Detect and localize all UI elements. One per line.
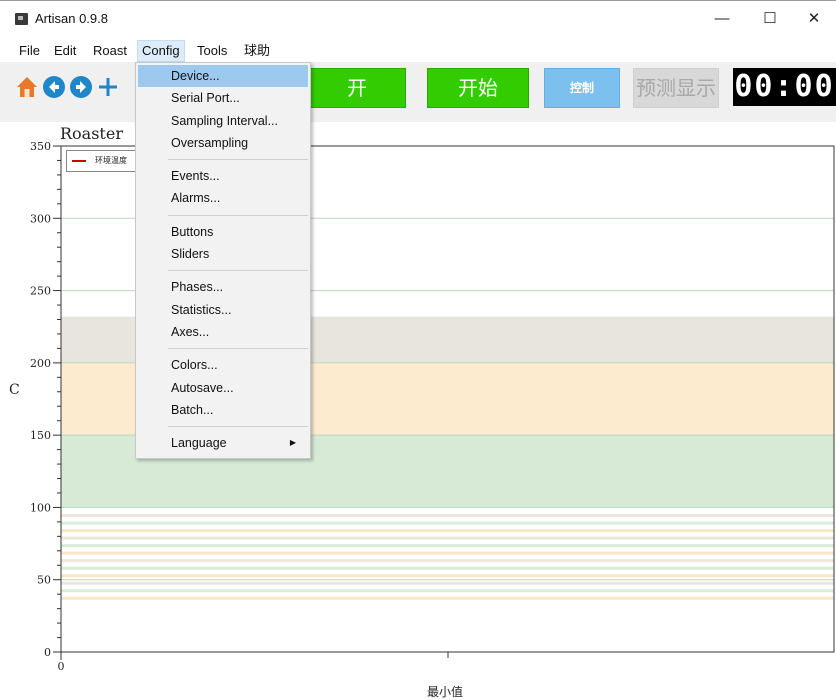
menu-item-batch[interactable]: Batch... bbox=[136, 399, 310, 421]
menu-item-axes[interactable]: Axes... bbox=[136, 321, 310, 343]
y-axis-unit: C bbox=[9, 382, 20, 398]
menu-separator bbox=[168, 270, 308, 272]
background-stripe bbox=[61, 566, 834, 570]
menu-item-label: Buttons bbox=[171, 224, 214, 239]
menu-item-label: Events... bbox=[171, 169, 220, 184]
y-tick-label: 250 bbox=[30, 285, 51, 298]
menu-item-language[interactable]: Language ▶ bbox=[136, 432, 310, 454]
y-tick-label: 100 bbox=[30, 501, 51, 514]
chart-title: Roaster bbox=[60, 124, 123, 143]
menu-item-label: Autosave... bbox=[171, 380, 234, 395]
menu-item-sliders[interactable]: Sliders bbox=[136, 243, 310, 265]
menu-item-sampling-interval[interactable]: Sampling Interval... bbox=[136, 110, 310, 132]
menu-item-label: Device... bbox=[171, 69, 220, 83]
x-tick-label: 0 bbox=[58, 660, 65, 673]
menu-item-label: Colors... bbox=[171, 358, 218, 373]
background-stripe bbox=[61, 529, 834, 533]
menu-item-autosave[interactable]: Autosave... bbox=[136, 377, 310, 399]
x-axis-label: 最小值 bbox=[427, 685, 464, 699]
menu-separator bbox=[168, 159, 308, 161]
menu-item-label: Phases... bbox=[171, 280, 224, 295]
chart-svg: 0 50 100 150 200 250 300 350 0 bbox=[30, 140, 835, 673]
config-dropdown-menu: Device... Serial Port... Sampling Interval… bbox=[135, 62, 311, 460]
background-stripe bbox=[61, 574, 834, 578]
background-stripe bbox=[61, 596, 834, 600]
y-tick-label: 200 bbox=[30, 357, 51, 370]
background-stripe bbox=[61, 536, 834, 540]
menu-item-label: Alarms... bbox=[171, 191, 221, 206]
menu-item-label: Oversampling bbox=[171, 135, 249, 150]
y-tick-label: 150 bbox=[30, 429, 51, 442]
background-stripe bbox=[61, 581, 834, 585]
menu-item-colors[interactable]: Colors... bbox=[136, 354, 310, 376]
menu-item-label: Batch... bbox=[171, 402, 214, 417]
menu-item-label: Sampling Interval... bbox=[171, 113, 278, 128]
menu-item-buttons[interactable]: Buttons bbox=[136, 221, 310, 243]
background-stripe bbox=[61, 544, 834, 548]
menu-item-phases[interactable]: Phases... bbox=[136, 276, 310, 298]
y-tick-label: 350 bbox=[30, 140, 51, 153]
menu-item-alarms[interactable]: Alarms... bbox=[136, 187, 310, 209]
submenu-arrow-icon: ▶ bbox=[289, 438, 296, 448]
menu-item-label: Axes... bbox=[171, 324, 210, 339]
menu-item-statistics[interactable]: Statistics... bbox=[136, 299, 310, 321]
menu-separator bbox=[168, 214, 308, 216]
background-stripe bbox=[61, 589, 834, 593]
menu-item-device[interactable]: Device... bbox=[138, 65, 308, 88]
legend-line-swatch bbox=[72, 160, 86, 162]
legend-label: 环境温度 bbox=[95, 156, 127, 165]
menu-item-label: Language bbox=[171, 436, 227, 451]
menu-item-serial-port[interactable]: Serial Port... bbox=[136, 87, 310, 109]
background-stripe bbox=[61, 514, 834, 518]
menu-item-label: Statistics... bbox=[171, 302, 232, 317]
menu-item-label: Sliders bbox=[171, 247, 210, 262]
y-tick-label: 0 bbox=[44, 646, 51, 659]
menu-item-oversampling[interactable]: Oversampling bbox=[136, 132, 310, 154]
y-tick-label: 50 bbox=[37, 574, 51, 587]
background-stripe bbox=[61, 551, 834, 555]
background-stripe bbox=[61, 559, 834, 563]
menu-item-events[interactable]: Events... bbox=[136, 165, 310, 187]
menu-item-label: Serial Port... bbox=[171, 91, 240, 106]
background-stripe bbox=[61, 521, 834, 525]
menu-separator bbox=[168, 348, 308, 350]
menu-separator bbox=[168, 426, 308, 428]
y-tick-label: 300 bbox=[30, 212, 51, 225]
